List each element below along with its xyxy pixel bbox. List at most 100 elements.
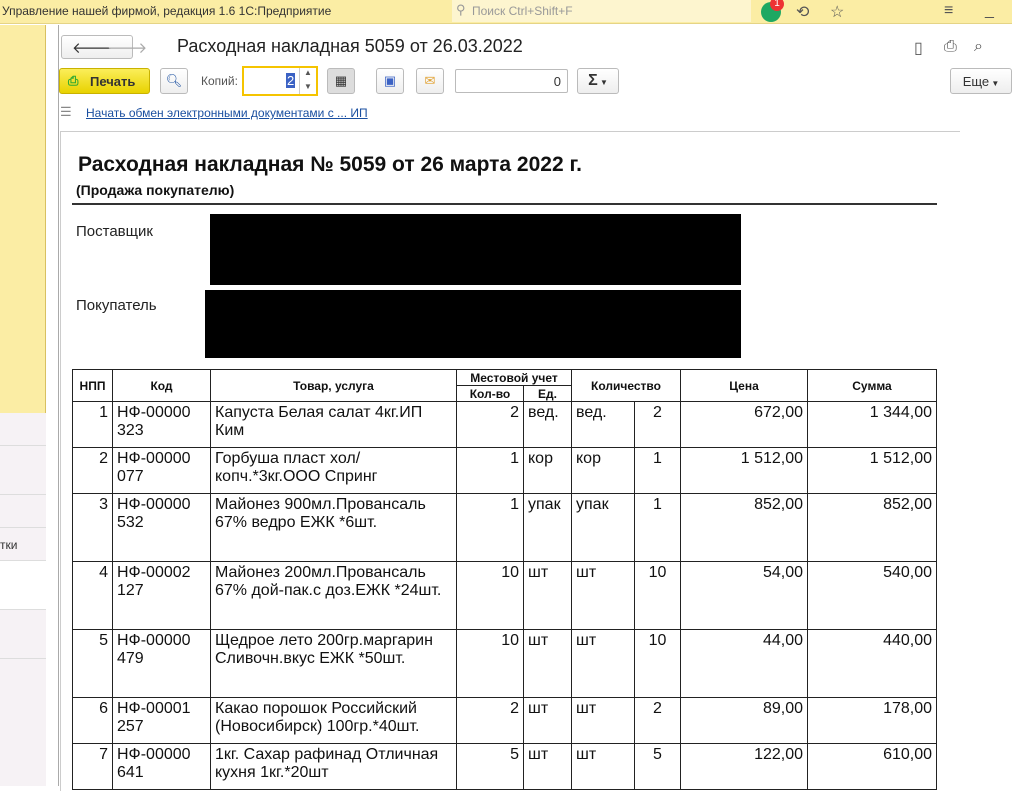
copies-label: Копий:: [201, 74, 238, 88]
header-npp: НПП: [72, 369, 113, 402]
cell-code: НФ-00000 479: [112, 629, 211, 698]
header-price: Цена: [680, 369, 808, 402]
preview-icon[interactable]: ⌕: [974, 38, 983, 56]
cell-sum: 440,00: [807, 629, 937, 698]
title-underline: [72, 203, 937, 205]
left-item[interactable]: [0, 659, 46, 786]
preview-button[interactable]: 🔍︎: [160, 68, 188, 94]
more-button[interactable]: Еще ▼: [950, 68, 1012, 94]
left-item[interactable]: [0, 561, 46, 610]
cell-q1: 10: [456, 629, 524, 698]
supplier-redacted: [210, 214, 741, 285]
cell-sum: 1 344,00: [807, 401, 937, 448]
document-subtitle: (Продажа покупателю): [76, 182, 235, 198]
save-icon[interactable]: ▯: [914, 38, 923, 58]
nav-buttons: 🡐 🡒: [61, 35, 147, 59]
table-row: 3 НФ-00000 532 Майонез 900мл.Провансаль 67…: [72, 493, 937, 562]
cell-u2: вед.: [571, 401, 635, 448]
global-search-input[interactable]: ⚲ Поиск Ctrl+Shift+F: [452, 0, 751, 22]
more-label: Еще: [962, 74, 990, 89]
cell-u1: шт: [523, 743, 572, 790]
sum-button[interactable]: Σ ▼: [577, 68, 619, 94]
app-title: Управление нашей фирмой, редакция 1.6 1С…: [2, 4, 332, 18]
cell-q1: 5: [456, 743, 524, 790]
items-table: НПП Код Товар, услуга Местовой учет Количест…: [72, 369, 937, 790]
table-row: 2 НФ-00000 077 Горбуша пласт хол/копч.*3кг…: [72, 447, 937, 494]
cell-price: 1 512,00: [680, 447, 808, 494]
cell-name: Горбуша пласт хол/копч.*3кг.ООО Спринг: [210, 447, 457, 494]
cell-u2: шт: [571, 697, 635, 744]
cell-u1: кор: [523, 447, 572, 494]
cell-sum: 178,00: [807, 697, 937, 744]
spin-down-icon[interactable]: ▼: [304, 82, 312, 91]
copies-input[interactable]: 2 ▲ ▼: [242, 66, 318, 96]
edo-link[interactable]: Начать обмен электронными документами с …: [86, 106, 368, 120]
left-item[interactable]: тки: [0, 528, 46, 561]
buyer-redacted: [205, 290, 741, 358]
cell-name: Какао порошок Российский (Новосибирск) 1…: [210, 697, 457, 744]
cell-q2: 10: [634, 561, 681, 630]
cell-n: 1: [72, 401, 113, 448]
minimize-icon[interactable]: _: [985, 2, 994, 20]
cell-n: 5: [72, 629, 113, 698]
cell-price: 852,00: [680, 493, 808, 562]
buyer-label: Покупатель: [76, 297, 157, 314]
cell-u1: шт: [523, 561, 572, 630]
header-sum: Сумма: [807, 369, 937, 402]
cell-price: 44,00: [680, 629, 808, 698]
divider: [58, 25, 59, 786]
envelope-icon: ✉: [424, 73, 436, 88]
left-item[interactable]: [0, 495, 46, 528]
menu-icon[interactable]: ≡: [944, 2, 953, 20]
sum-value-field[interactable]: 0: [455, 69, 568, 93]
table-row: 7 НФ-00000 641 1кг. Сахар рафинад Отличная…: [72, 743, 937, 790]
cell-sum: 1 512,00: [807, 447, 937, 494]
cell-q1: 1: [456, 447, 524, 494]
save-file-button[interactable]: ▣: [376, 68, 404, 94]
print-label: Печать: [90, 74, 136, 89]
header-quantity: Количество: [571, 369, 681, 402]
cell-q2: 5: [634, 743, 681, 790]
cell-code: НФ-00002 127: [112, 561, 211, 630]
cell-sum: 540,00: [807, 561, 937, 630]
left-item[interactable]: [0, 413, 46, 446]
sigma-icon: Σ: [588, 72, 598, 89]
print-icon[interactable]: ⎙: [944, 38, 957, 56]
cell-q1: 2: [456, 697, 524, 744]
cell-code: НФ-00000 532: [112, 493, 211, 562]
cell-sum: 610,00: [807, 743, 937, 790]
app-titlebar: Управление нашей фирмой, редакция 1.6 1С…: [0, 0, 1012, 24]
table-row: 4 НФ-00002 127 Майонез 200мл.Провансаль 67…: [72, 561, 937, 630]
header-product: Товар, услуга: [210, 369, 457, 402]
search-icon: ⚲: [456, 2, 466, 17]
cell-code: НФ-00000 641: [112, 743, 211, 790]
cell-price: 672,00: [680, 401, 808, 448]
forward-arrow-icon[interactable]: 🡒: [107, 38, 147, 57]
header-unit-local: Ед.: [523, 385, 572, 402]
copies-value: 2: [286, 73, 296, 88]
table-row: 1 НФ-00000 323 Капуста Белая салат 4кг.ИП …: [72, 401, 937, 448]
cell-u1: вед.: [523, 401, 572, 448]
cell-n: 3: [72, 493, 113, 562]
favorites-star-icon[interactable]: ☆: [830, 2, 844, 22]
cell-n: 7: [72, 743, 113, 790]
cell-name: Майонез 900мл.Провансаль 67% ведро ЕЖК *…: [210, 493, 457, 562]
email-button[interactable]: ✉: [416, 68, 444, 94]
edit-table-button[interactable]: ▦: [327, 68, 355, 94]
left-item[interactable]: [0, 610, 46, 659]
form-title: Расходная накладная 5059 от 26.03.2022: [177, 36, 523, 56]
cell-q2: 1: [634, 493, 681, 562]
left-item[interactable]: [0, 446, 46, 495]
magnifier-doc-icon: 🔍︎: [165, 73, 183, 88]
cell-price: 54,00: [680, 561, 808, 630]
header-qty-local: Кол-во: [456, 385, 524, 402]
cell-u1: шт: [523, 629, 572, 698]
print-button[interactable]: ⎙ Печать: [59, 68, 150, 94]
cell-name: 1кг. Сахар рафинад Отличная кухня 1кг.*2…: [210, 743, 457, 790]
cell-sum: 852,00: [807, 493, 937, 562]
cell-u2: шт: [571, 743, 635, 790]
history-icon[interactable]: ⟲: [796, 2, 809, 22]
spin-up-icon[interactable]: ▲: [304, 68, 312, 77]
cell-name: Щедрое лето 200гр.маргарин Сливочн.вкус …: [210, 629, 457, 698]
header-code: Код: [112, 369, 211, 402]
